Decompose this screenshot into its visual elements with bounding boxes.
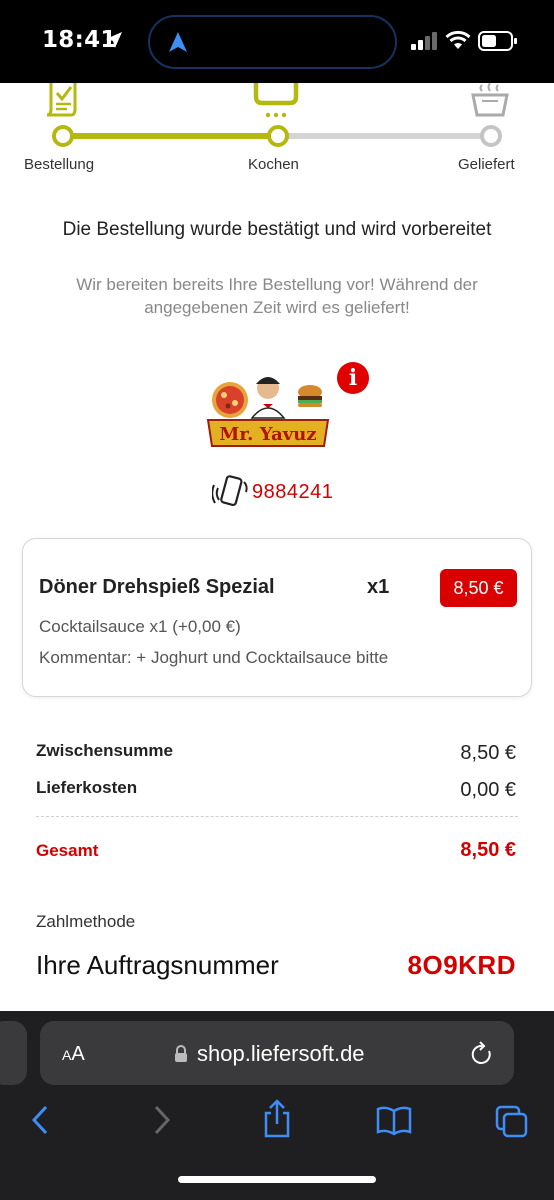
- subtotal-value: 8,50 €: [460, 742, 516, 764]
- order-number-label: Ihre Auftragsnummer: [36, 950, 279, 980]
- browser-chrome: AA shop.liefersoft.de: [0, 1011, 554, 1200]
- cellular-signal-icon: [411, 32, 437, 50]
- navigation-arrow-icon: [169, 32, 187, 52]
- status-headline: Die Bestellung wurde bestätigt und wird …: [62, 219, 492, 240]
- status-bar: 18:41: [0, 0, 554, 83]
- bookmarks-icon[interactable]: [376, 1106, 412, 1136]
- order-document-icon: [46, 83, 77, 117]
- summary-divider: [36, 816, 518, 817]
- progress-track-pending: [278, 133, 490, 139]
- progress-dot-geliefert: [480, 125, 502, 147]
- status-subline: Wir bereiten bereits Ihre Bestellung vor…: [76, 275, 478, 317]
- wifi-icon: [445, 30, 471, 49]
- subtotal-label: Zwischensumme: [36, 741, 173, 760]
- lock-icon: [175, 1045, 187, 1062]
- battery-icon: [478, 31, 517, 51]
- step-label-kochen: Kochen: [248, 156, 299, 173]
- share-icon[interactable]: [262, 1099, 292, 1139]
- order-item-card: Döner Drehspieß Spezial x1 8,50 € Cockta…: [22, 538, 532, 697]
- total-value: 8,50 €: [460, 839, 516, 861]
- total-label: Gesamt: [36, 841, 99, 860]
- item-comment: Kommentar: + Joghurt und Cocktailsauce b…: [39, 648, 389, 667]
- dynamic-island: [148, 15, 397, 69]
- reload-icon[interactable]: [470, 1041, 494, 1067]
- location-arrow-icon: [106, 32, 122, 48]
- home-indicator[interactable]: [178, 1176, 376, 1183]
- forward-icon[interactable]: [150, 1103, 172, 1137]
- step-label-bestellung: Bestellung: [24, 156, 95, 173]
- tabs-icon[interactable]: [495, 1105, 529, 1139]
- info-icon[interactable]: i: [337, 362, 369, 394]
- phone-ringing-icon[interactable]: [212, 474, 250, 510]
- order-number: 8O9KRD: [407, 950, 516, 980]
- item-name: Döner Drehspieß Spezial: [39, 576, 275, 598]
- url-text: shop.liefersoft.de: [197, 1041, 365, 1066]
- item-quantity: x1: [367, 576, 390, 598]
- item-extra: Cocktailsauce x1 (+0,00 €): [39, 617, 241, 636]
- restaurant-phone-link[interactable]: 9884241: [252, 481, 333, 504]
- step-label-geliefert: Geliefert: [458, 156, 515, 173]
- restaurant-logo: Mr. Yavuz: [206, 370, 330, 448]
- progress-dot-bestellung: [52, 125, 74, 147]
- cooking-pot-icon: [253, 83, 299, 118]
- logo-text: Mr. Yavuz: [219, 424, 316, 445]
- delivery-value: 0,00 €: [460, 779, 516, 801]
- address-bar[interactable]: AA shop.liefersoft.de: [40, 1021, 514, 1085]
- item-price-badge: 8,50 €: [440, 569, 517, 607]
- text-size-button[interactable]: AA: [62, 1043, 85, 1066]
- delivery-label: Lieferkosten: [36, 778, 138, 797]
- progress-dot-kochen: [267, 125, 289, 147]
- previous-tab-peek[interactable]: [0, 1021, 27, 1085]
- back-icon[interactable]: [30, 1103, 52, 1137]
- payment-method-label: Zahlmethode: [36, 912, 136, 931]
- progress-track-done: [62, 133, 278, 139]
- delivered-bag-icon: [471, 83, 509, 117]
